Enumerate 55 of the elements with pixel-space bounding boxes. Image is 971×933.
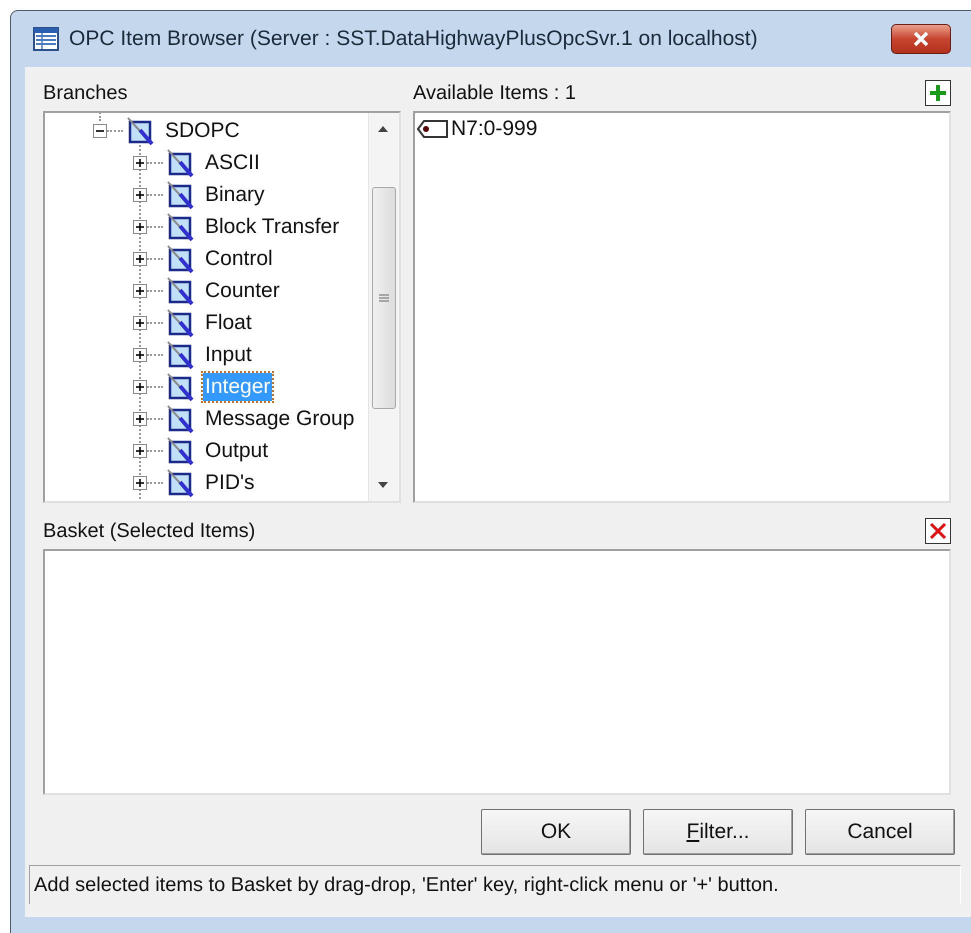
panel-label: Basket (Selected Items) [43, 520, 256, 542]
add-button[interactable] [925, 80, 951, 106]
tree-item[interactable]: Control [203, 245, 275, 273]
table-icon [33, 27, 59, 51]
tree-item[interactable]: Binary [203, 181, 267, 209]
expand-button[interactable] [133, 412, 147, 426]
expand-button[interactable] [133, 476, 147, 490]
dialog-button[interactable]: Filter... [643, 809, 793, 855]
tree-item[interactable]: Counter [203, 277, 282, 305]
plus-icon [135, 350, 145, 360]
close-icon [912, 31, 930, 47]
expand-button[interactable] [133, 284, 147, 298]
scroll-up-icon [377, 125, 389, 133]
grip-icon [379, 293, 389, 303]
tree-item[interactable]: Output [203, 437, 270, 465]
plus-icon [135, 478, 145, 488]
expand-button[interactable] [133, 188, 147, 202]
expand-button[interactable] [133, 380, 147, 394]
plus-icon [135, 254, 145, 264]
tree-item[interactable]: Input [203, 341, 254, 369]
plus-icon [135, 318, 145, 328]
plus-icon [929, 84, 947, 102]
dialog-button[interactable]: Cancel [805, 809, 955, 855]
expand-button[interactable] [133, 156, 147, 170]
plus-icon [135, 446, 145, 456]
tree-item[interactable]: ASCII [203, 149, 262, 177]
tree-item[interactable]: SDOPC [163, 117, 242, 145]
plus-icon [135, 414, 145, 424]
tree-item[interactable]: Message Group [203, 405, 356, 433]
expand-button[interactable] [133, 220, 147, 234]
expand-button[interactable] [133, 444, 147, 458]
remove-button[interactable] [925, 518, 951, 544]
expand-button[interactable] [133, 348, 147, 362]
plus-icon [135, 286, 145, 296]
tree-item[interactable]: PID's [203, 469, 257, 497]
plus-icon [135, 382, 145, 392]
expand-button[interactable] [133, 316, 147, 330]
close-button[interactable] [891, 24, 951, 54]
tree-item[interactable]: Float [203, 309, 254, 337]
expand-button[interactable] [133, 252, 147, 266]
window-title: OPC Item Browser (Server : SST.DataHighwayPlusOpcSvr.1 on localhost) [69, 27, 758, 51]
panel-label: Branches [43, 82, 128, 104]
collapse-button[interactable] [93, 124, 107, 138]
list-item[interactable]: N7:0-999 [451, 117, 538, 141]
dialog-button[interactable]: OK [481, 809, 631, 855]
scroll-down-icon [377, 481, 389, 489]
plus-icon [135, 222, 145, 232]
close-icon [929, 522, 947, 540]
tree-item[interactable]: Block Transfer [203, 213, 342, 241]
status-bar: Add selected items to Basket by drag-drop, 'Enter' key, right-click menu or '+' button. [29, 865, 961, 904]
tag-icon [417, 119, 449, 139]
scrollbar[interactable] [368, 113, 399, 501]
panel-label: Available Items : 1 [413, 82, 576, 104]
plus-icon [135, 158, 145, 168]
plus-icon [135, 190, 145, 200]
